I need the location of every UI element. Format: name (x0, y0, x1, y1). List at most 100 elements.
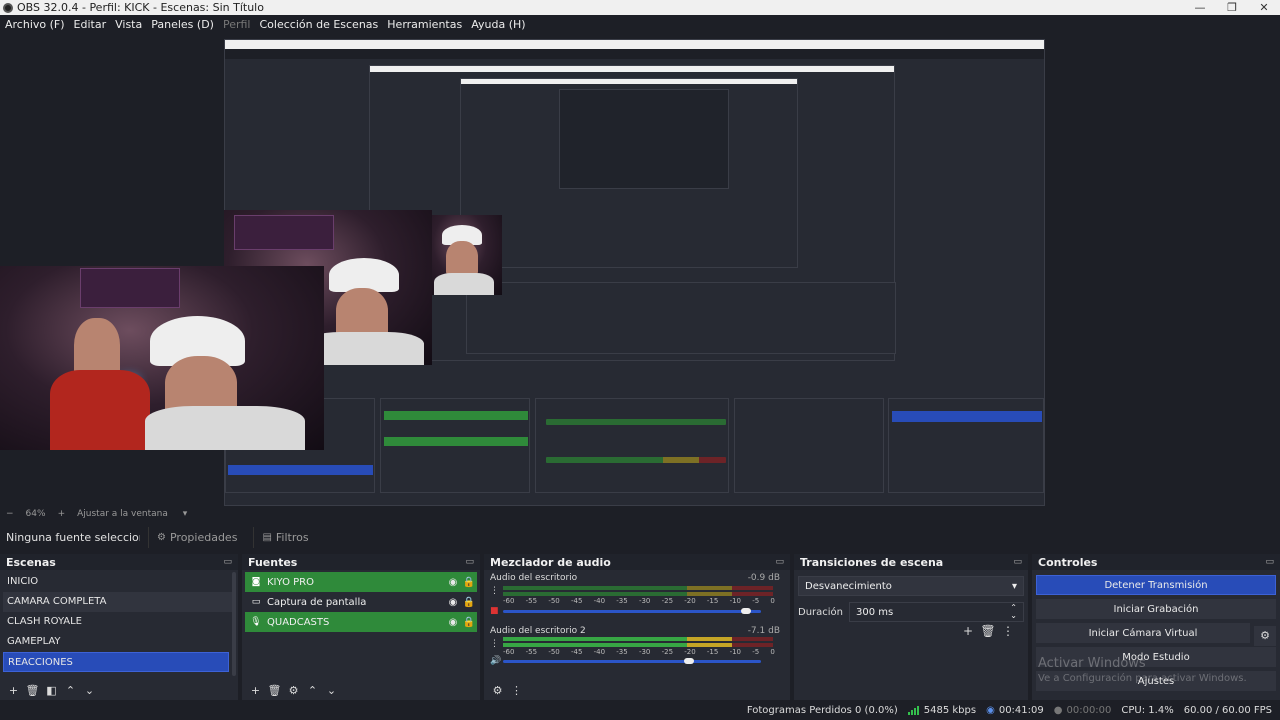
transitions-title: Transiciones de escena (800, 555, 944, 569)
record-icon: ● (1053, 705, 1063, 716)
webcam-feed-main (0, 266, 324, 450)
mixer-header: Mezclador de audio ▭ (484, 554, 790, 570)
transition-select[interactable]: Desvanecimiento ▾ (798, 576, 1024, 596)
meter-scale: -60 -55 -50 -45 -40 -35 -30 -25 -20 -15 -10 -5 0 (503, 648, 775, 656)
properties-button[interactable]: ⚙ Propiedades (148, 526, 245, 548)
record-time: ● 00:00:00 (1054, 705, 1112, 716)
gear-icon[interactable]: ⚙ (284, 684, 303, 697)
scene-item-reacciones[interactable]: REACCIONES (3, 652, 229, 672)
menu-ayuda[interactable]: Ayuda (H) (471, 18, 525, 31)
start-virtual-camera-button[interactable]: Iniciar Cámara Virtual (1036, 623, 1250, 643)
menu-herramientas[interactable]: Herramientas (387, 18, 462, 31)
scene-item-inicio[interactable]: INICIO (3, 572, 235, 592)
properties-label: Propiedades (169, 530, 238, 544)
nested-obs-window-deep (460, 78, 798, 268)
program-preview[interactable] (0, 35, 1280, 506)
mixer-title: Mezclador de audio (490, 555, 611, 569)
nested-transitions-dock (734, 398, 884, 493)
lock-icon[interactable]: 🔒 (461, 597, 477, 608)
kebab-menu-icon[interactable]: ⋮ (507, 684, 526, 697)
dock-menu-icon[interactable]: ▭ (1265, 557, 1274, 567)
activate-windows-title: Activar Windows (1038, 656, 1146, 671)
dock-menu-icon[interactable]: ▭ (775, 557, 784, 567)
restore-button[interactable]: ❐ (1216, 0, 1248, 15)
zoom-out-button[interactable]: − (6, 509, 14, 519)
scenes-header: Escenas ▭ (0, 554, 238, 570)
webcam-feed-small (432, 215, 502, 295)
menu-paneles[interactable]: Paneles (D) (151, 18, 214, 31)
activate-windows-subtitle: Ve a Configuración para activar Windows. (1038, 673, 1247, 684)
menu-archivo[interactable]: Archivo (F) (5, 18, 65, 31)
muted-speaker-icon[interactable]: ■ (490, 606, 499, 616)
fit-window-select[interactable]: Ajustar a la ventana ▾ (77, 509, 199, 519)
zoom-in-button[interactable]: + (58, 509, 66, 519)
trash-icon[interactable]: 🗑 (265, 684, 284, 697)
speaker-icon[interactable]: 🔊 (490, 656, 501, 666)
move-up-icon[interactable]: ⌃ (61, 684, 80, 697)
duration-spinbox[interactable]: 300 ms ⌃ ⌄ (849, 602, 1024, 622)
window-title: OBS 32.0.4 - Perfil: KICK - Escenas: Sin… (17, 1, 264, 14)
monitor-icon: ▭ (251, 597, 261, 607)
scene-item-gameplay[interactable]: GAMEPLAY (3, 632, 235, 652)
menu-coleccion-escenas[interactable]: Colección de Escenas (260, 18, 379, 31)
trash-icon[interactable]: 🗑 (23, 684, 42, 697)
kebab-menu-icon[interactable]: ⋮ (998, 624, 1018, 638)
no-source-label: Ninguna fuente seleccionada (6, 530, 140, 544)
add-transition-button[interactable]: + (958, 624, 978, 638)
zoom-value: 64% (25, 509, 46, 519)
chevron-down-icon: ▾ (1011, 580, 1017, 592)
mixer-track-desktop-2: Audio del escritorio 2 -7.1 dB ⋮ -60 -55-… (484, 625, 790, 678)
menu-vista[interactable]: Vista (115, 18, 142, 31)
volume-slider[interactable] (503, 608, 761, 614)
menu-perfil[interactable]: Perfil (223, 18, 251, 31)
dock-menu-icon[interactable]: ▭ (1013, 557, 1022, 567)
bitrate-status: 5485 kbps (907, 705, 976, 716)
lock-icon[interactable]: 🔒 (461, 617, 477, 628)
move-up-icon[interactable]: ⌃ (303, 684, 322, 697)
scene-item-clash-royale[interactable]: CLASH ROYALE (3, 612, 235, 632)
scenes-scrollbar[interactable] (232, 572, 236, 676)
trash-icon[interactable]: 🗑 (978, 624, 998, 638)
scenes-toolbar: + 🗑 ◧ ⌃ ⌄ (0, 680, 238, 700)
eye-icon[interactable]: ◉ (445, 597, 461, 608)
scene-item-camara-completa[interactable]: CAMARA COMPLETA (3, 592, 235, 612)
nested-obs-window-deeper (559, 89, 729, 189)
stop-streaming-button[interactable]: Detener Transmisión (1036, 575, 1276, 595)
source-item-captura-pantalla[interactable]: ▭ Captura de pantalla ◉ 🔒 (245, 592, 477, 612)
add-scene-button[interactable]: + (4, 684, 23, 697)
close-button[interactable]: ✕ (1248, 0, 1280, 15)
audio-meter (503, 643, 773, 647)
window-controls: — ❐ ✕ (1184, 0, 1280, 15)
meter-scale: -60 -55 -50 -45 -40 -35 -30 -25 -20 -15 -10 -5 0 (503, 597, 775, 605)
cpu-usage: CPU: 1.4% (1121, 705, 1174, 716)
spin-arrows-icon[interactable]: ⌃ ⌄ (1010, 604, 1017, 620)
dock-menu-icon[interactable]: ▭ (465, 557, 474, 567)
stream-time: ◉ 00:41:09 (986, 705, 1044, 716)
source-item-quadcasts[interactable]: 🎙 QUADCASTS ◉ 🔒 (245, 612, 477, 632)
move-down-icon[interactable]: ⌄ (80, 684, 99, 697)
start-recording-button[interactable]: Iniciar Grabación (1036, 599, 1276, 619)
source-item-kiyo-pro[interactable]: ◙ KIYO PRO ◉ 🔒 (245, 572, 477, 592)
eye-icon[interactable]: ◉ (445, 577, 461, 588)
chevron-down-icon: ▾ (182, 509, 188, 519)
signal-icon (907, 706, 920, 715)
virtual-camera-settings-gear-icon[interactable]: ⚙ (1254, 626, 1276, 646)
add-source-button[interactable]: + (246, 684, 265, 697)
volume-slider[interactable] (503, 658, 761, 664)
lock-icon[interactable]: 🔒 (461, 577, 477, 588)
source-toolbar: Ninguna fuente seleccionada ⚙ Propiedade… (0, 523, 1280, 551)
kebab-menu-icon[interactable]: ⋮ (490, 639, 499, 649)
kebab-menu-icon[interactable]: ⋮ (490, 586, 499, 596)
dock-menu-icon[interactable]: ▭ (223, 557, 232, 567)
advanced-audio-icon[interactable]: ⚙ (488, 684, 507, 697)
move-down-icon[interactable]: ⌄ (322, 684, 341, 697)
minimize-button[interactable]: — (1184, 0, 1216, 15)
record-time-value: 00:00:00 (1066, 705, 1112, 716)
menu-editar[interactable]: Editar (74, 18, 107, 31)
fit-window-label: Ajustar a la ventana (77, 509, 168, 519)
scene-filters-icon[interactable]: ◧ (42, 684, 61, 697)
microphone-icon: 🎙 (250, 617, 262, 627)
eye-icon[interactable]: ◉ (445, 617, 461, 628)
transition-tools: + 🗑 ⋮ (958, 624, 1018, 638)
filters-button[interactable]: ▤ Filtros (253, 526, 316, 548)
